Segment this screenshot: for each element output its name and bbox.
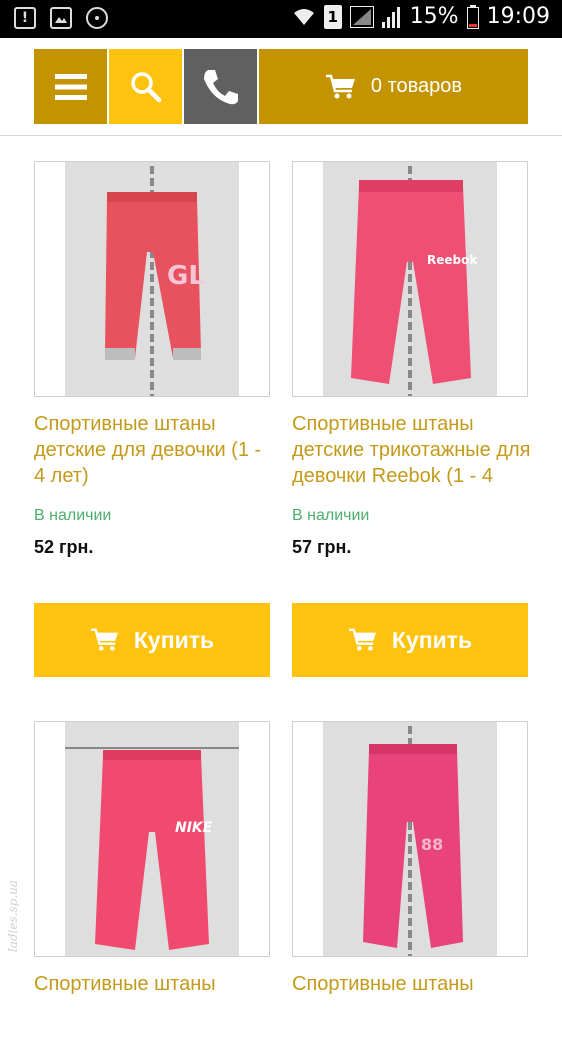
product-image[interactable]: Reebok bbox=[292, 161, 528, 397]
hamburger-icon bbox=[54, 73, 87, 100]
product-logo-text: NIKE bbox=[175, 820, 213, 836]
status-bar: ! 1 15% 19:09 bbox=[0, 0, 562, 38]
notification-icons: ! bbox=[14, 7, 108, 29]
cart-count-label: 0 товаров bbox=[370, 75, 463, 97]
search-button[interactable] bbox=[109, 49, 182, 124]
product-title[interactable]: Спортивные штаны bbox=[34, 971, 274, 1049]
product-card: GL Спортивные штаны детские для девочки … bbox=[34, 161, 270, 677]
availability-label: В наличии bbox=[34, 507, 112, 524]
product-title[interactable]: Спортивные штаны детские трикотажные для… bbox=[292, 411, 532, 489]
cart-icon bbox=[348, 628, 376, 651]
pants-illustration: 88 bbox=[363, 726, 463, 956]
phone-icon bbox=[203, 69, 238, 104]
price-label: 52 грн. bbox=[34, 537, 94, 557]
top-toolbar: 0 товаров bbox=[34, 49, 528, 124]
product-logo-text: GL bbox=[167, 261, 205, 291]
pants-illustration: NIKE bbox=[65, 747, 239, 950]
product-logo-text: 88 bbox=[421, 835, 443, 854]
media-notification-icon bbox=[86, 7, 108, 29]
battery-percent: 15% bbox=[409, 4, 459, 29]
product-image[interactable]: GL bbox=[34, 161, 270, 397]
signal-bars-icon bbox=[381, 6, 400, 28]
buy-button-label: Купить bbox=[133, 626, 215, 653]
product-card: 88 Спортивные штаны bbox=[292, 721, 528, 995]
call-button[interactable] bbox=[184, 49, 257, 124]
alert-notification-icon: ! bbox=[14, 7, 36, 29]
product-image[interactable]: NIKE bbox=[34, 721, 270, 957]
buy-button[interactable]: Купить bbox=[34, 603, 270, 677]
cart-button[interactable]: 0 товаров bbox=[259, 49, 528, 124]
watermark: ladies.sp.ua bbox=[6, 880, 20, 953]
search-icon bbox=[130, 71, 161, 102]
system-status: 1 15% 19:09 bbox=[292, 4, 550, 29]
buy-button[interactable]: Купить bbox=[292, 603, 528, 677]
product-logo-text: Reebok bbox=[427, 253, 478, 267]
product-card: NIKE Спортивные штаны bbox=[34, 721, 270, 995]
header-divider bbox=[0, 135, 562, 136]
product-card: Reebok Спортивные штаны детские трикотаж… bbox=[292, 161, 531, 677]
menu-button[interactable] bbox=[34, 49, 107, 124]
cart-icon bbox=[90, 628, 118, 651]
cart-icon bbox=[325, 74, 355, 98]
product-title[interactable]: Спортивные штаны bbox=[292, 971, 532, 1049]
signal-icon bbox=[349, 5, 374, 28]
price-label: 57 грн. bbox=[292, 537, 352, 557]
pants-illustration: Reebok bbox=[351, 166, 478, 396]
image-notification-icon bbox=[50, 7, 72, 29]
availability-label: В наличии bbox=[292, 507, 370, 524]
clock: 19:09 bbox=[486, 4, 550, 29]
pants-illustration: GL bbox=[105, 166, 205, 396]
sim-indicator: 1 bbox=[323, 4, 342, 29]
battery-icon bbox=[466, 4, 479, 29]
buy-button-label: Купить bbox=[391, 626, 473, 653]
product-title[interactable]: Спортивные штаны детские для девочки (1 … bbox=[34, 411, 274, 489]
product-image[interactable]: 88 bbox=[292, 721, 528, 957]
wifi-icon bbox=[293, 8, 314, 25]
